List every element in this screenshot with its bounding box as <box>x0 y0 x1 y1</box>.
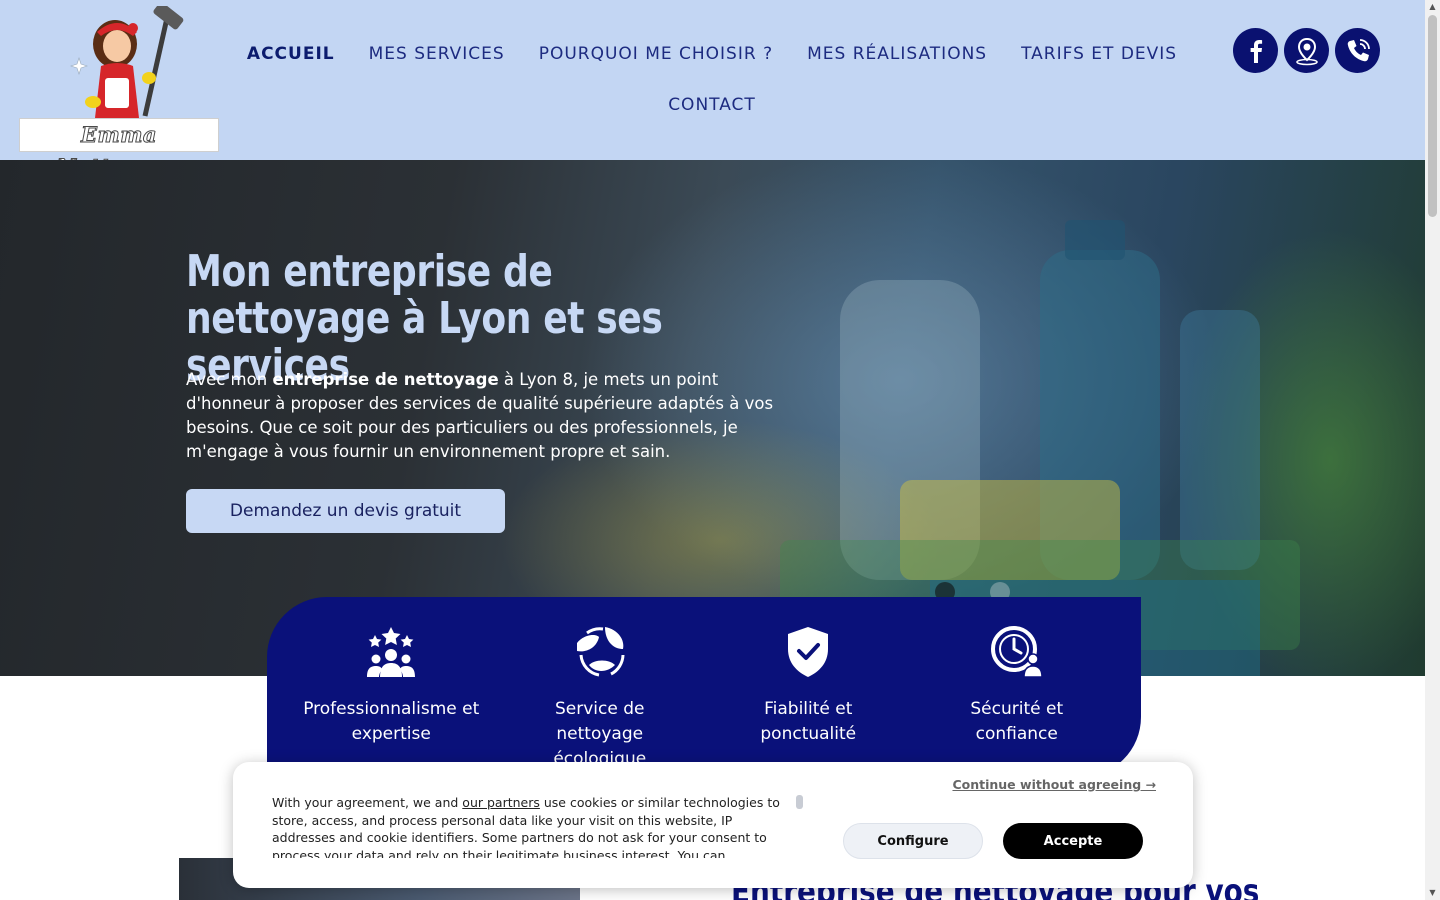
site-header: Emma Nettoyage ACCUEIL MES SERVICES POUR… <box>0 0 1425 180</box>
cookie-consent-text: With your agreement, we and our partners… <box>272 794 792 858</box>
scroll-down-arrow-icon[interactable]: ▼ <box>1425 886 1440 900</box>
accept-button[interactable]: Accepte <box>1003 823 1143 859</box>
cleaning-lady-logo-icon <box>70 6 184 118</box>
feature-item: Professionnalisme et expertise <box>287 597 496 777</box>
facebook-icon <box>1250 39 1262 63</box>
nav-item-pourquoi-me-choisir[interactable]: POURQUOI ME CHOISIR ? <box>522 44 790 64</box>
scroll-up-arrow-icon[interactable]: ▲ <box>1425 0 1440 14</box>
location-button[interactable] <box>1284 28 1329 73</box>
team-stars-icon <box>367 627 416 677</box>
cookie-text-scrollbar[interactable] <box>796 795 803 809</box>
feature-item: Sécurité et confiance <box>913 597 1122 777</box>
map-pin-icon <box>1295 37 1318 65</box>
nav-item-contact[interactable]: CONTACT <box>651 95 773 115</box>
nav-item-tarifs-et-devis[interactable]: TARIFS ET DEVIS <box>1004 44 1194 64</box>
configure-button[interactable]: Configure <box>843 823 983 859</box>
phone-icon <box>1347 38 1370 61</box>
nav-item-mes-realisations[interactable]: MES RÉALISATIONS <box>790 44 1004 64</box>
nav-item-accueil[interactable]: ACCUEIL <box>230 44 352 64</box>
shield-check-icon <box>788 627 829 677</box>
facebook-button[interactable] <box>1233 28 1278 73</box>
feature-label: Fiabilité et ponctualité <box>760 699 857 744</box>
clock-user-icon <box>990 626 1043 678</box>
eco-leaf-icon <box>576 627 625 677</box>
features-band: Professionnalisme et expertise Service d… <box>267 597 1141 777</box>
feature-label: Service de nettoyage écologique <box>553 699 647 769</box>
hero-description: Avec mon entreprise de nettoyage à Lyon … <box>186 368 796 464</box>
free-quote-button[interactable]: Demandez un devis gratuit <box>186 489 505 533</box>
social-links <box>1233 28 1380 73</box>
nav-row: ACCUEIL MES SERVICES POURQUOI ME CHOISIR… <box>247 30 1176 78</box>
page-scrollbar[interactable]: ▲ ▼ <box>1425 0 1440 900</box>
phone-button[interactable] <box>1335 28 1380 73</box>
feature-label: Professionnalisme et expertise <box>303 699 480 744</box>
continue-without-agreeing-link[interactable]: Continue without agreeing → <box>952 777 1156 792</box>
scrollbar-thumb[interactable] <box>1428 15 1437 217</box>
nav-row: CONTACT <box>260 81 1164 129</box>
feature-item: Fiabilité et ponctualité <box>704 597 913 777</box>
hero-text-bold: entreprise de nettoyage <box>272 370 499 389</box>
our-partners-link[interactable]: our partners <box>462 795 540 810</box>
hero-text-start: Avec mon <box>186 370 273 389</box>
logo-text: Emma Nettoyage <box>19 118 219 180</box>
nav-item-mes-services[interactable]: MES SERVICES <box>352 44 522 64</box>
feature-label: Sécurité et confiance <box>970 699 1064 744</box>
main-nav: ACCUEIL MES SERVICES POURQUOI ME CHOISIR… <box>247 30 1176 129</box>
feature-item: Service de nettoyage écologique <box>496 597 705 777</box>
cookie-text-start: With your agreement, we and <box>272 795 463 810</box>
cookie-consent-banner: Continue without agreeing → With your ag… <box>233 762 1193 888</box>
logo[interactable]: Emma Nettoyage <box>19 6 219 180</box>
